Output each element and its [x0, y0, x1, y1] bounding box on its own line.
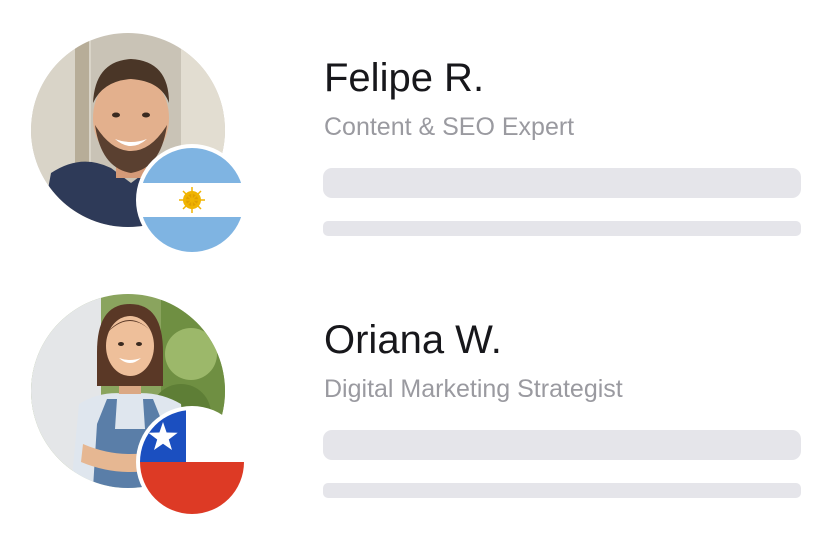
profile-name: Felipe R.: [324, 56, 485, 100]
placeholder-bar: [323, 168, 801, 198]
placeholder-bar: [323, 430, 801, 460]
argentina-flag-icon: [136, 144, 248, 256]
profile-card-felipe[interactable]: Felipe R. Content & SEO Expert: [0, 0, 832, 262]
profile-card-oriana[interactable]: Oriana W. Digital Marketing Strategist: [0, 262, 832, 524]
placeholder-bar: [323, 483, 801, 498]
placeholder-bar: [323, 221, 801, 236]
profile-role: Content & SEO Expert: [324, 113, 575, 141]
profile-role: Digital Marketing Strategist: [324, 375, 623, 403]
chile-flag-icon: [136, 406, 248, 518]
profile-name: Oriana W.: [324, 318, 502, 362]
